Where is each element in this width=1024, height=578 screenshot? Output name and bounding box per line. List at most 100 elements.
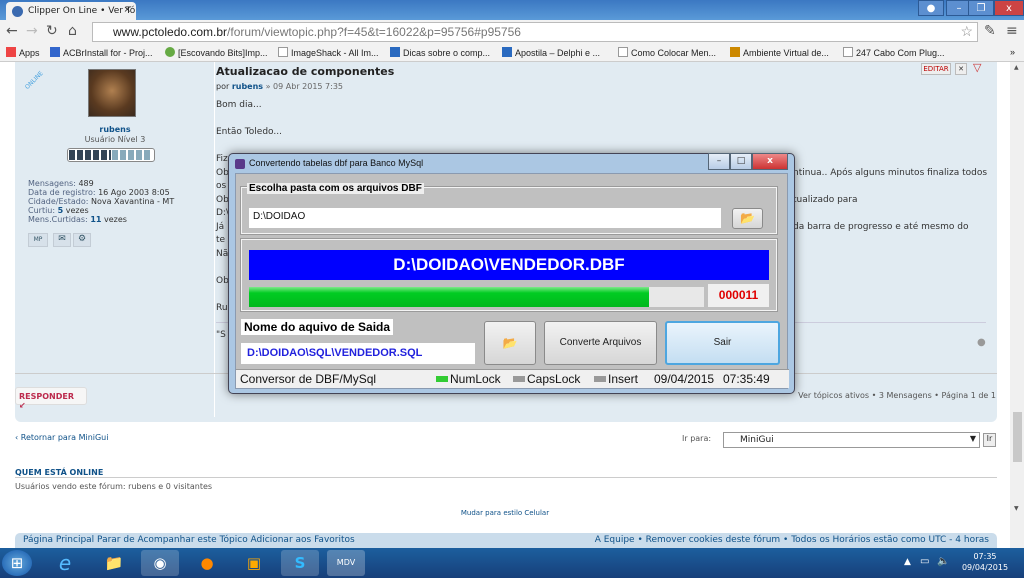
extension-icon[interactable]: ✎ — [984, 23, 996, 39]
folder-group-label: Escolha pasta com os arquivos DBF — [247, 183, 424, 194]
user-icon[interactable]: ● — [918, 0, 944, 16]
bookmark-apps[interactable]: Apps — [6, 47, 40, 58]
stat-messages: Mensagens: 489 — [28, 179, 94, 188]
post-line: Então Toledo... — [216, 127, 282, 137]
site-favicon-icon — [12, 6, 23, 17]
progress-bar — [249, 287, 704, 307]
taskbar: ⊞ e 📁 ◉ ● ▣ S MDV ▲ ▭ 🔈 07:35 09/04/2015 — [0, 548, 1024, 578]
record-counter: 000011 — [708, 284, 769, 307]
address-bar[interactable]: www.pctoledo.com.br/forum/viewtopic.php?… — [92, 22, 978, 42]
system-clock[interactable]: 07:35 09/04/2015 — [955, 551, 1015, 573]
dialog-title: Convertendo tabelas dbf para Banco MySql — [249, 158, 424, 168]
skype-icon[interactable]: S — [281, 550, 319, 576]
network-icon[interactable]: ▭ — [920, 556, 929, 567]
bookmark[interactable]: [Escovando Bits]Imp... — [165, 47, 268, 58]
dialog-maximize-button[interactable]: □ — [730, 153, 752, 170]
url-host: www.pctoledo.com.br — [113, 25, 228, 39]
bookmarks-bar: Apps ACBrInstall for - Proj... [Escovand… — [0, 44, 1024, 62]
choose-output-button[interactable]: 📂 — [484, 321, 536, 365]
output-label: Nome do aquivo de Saida — [241, 319, 394, 335]
menu-icon[interactable]: ≡ — [1006, 23, 1018, 39]
online-badge: ONLINE — [23, 70, 45, 91]
stat-registered: Data de registro: 16 Ago 2003 8:05 — [28, 188, 170, 197]
divider — [15, 477, 997, 478]
back-to-top-icon[interactable]: ● — [977, 337, 986, 348]
folder-open-icon: 📂 — [740, 211, 755, 225]
page-scrollbar[interactable]: ▲ ▼ — [1010, 62, 1024, 548]
dialog-close-button[interactable]: x — [752, 153, 788, 170]
author-name[interactable]: rubens — [15, 125, 215, 134]
bookmark[interactable]: Como Colocar Men... — [618, 47, 716, 58]
goto-select[interactable]: MiniGui ▼ — [723, 432, 980, 448]
goto-label: Ir para: — [682, 434, 712, 443]
private-message-button[interactable]: MP — [28, 233, 48, 247]
stat-city: Cidade/Estado: Nova Xavantina - MT — [28, 197, 175, 206]
status-insert: Insert — [594, 372, 638, 386]
internet-explorer-icon[interactable]: e — [46, 550, 84, 576]
scrollbar-thumb[interactable] — [1013, 412, 1022, 462]
firefox-icon[interactable]: ● — [188, 550, 226, 576]
bookmark[interactable]: 247 Cabo Com Plug... — [843, 47, 945, 58]
website-icon[interactable]: ⚙ — [73, 233, 91, 247]
post-meta: por rubens » 09 Abr 2015 7:35 — [216, 82, 344, 91]
online-users: Usuários vendo este fórum: rubens e 0 vi… — [15, 482, 213, 491]
forward-icon[interactable]: → — [26, 23, 38, 39]
bookmark[interactable]: Apostila – Delphi e ... — [502, 47, 600, 58]
bookmark[interactable]: Dicas sobre o comp... — [390, 47, 490, 58]
reload-icon[interactable]: ↻ — [46, 23, 58, 39]
home-icon[interactable]: ⌂ — [68, 23, 77, 39]
mobile-style-link[interactable]: Mudar para estilo Celular — [0, 509, 1010, 517]
goto-button[interactable]: Ir — [983, 433, 996, 447]
report-icon[interactable]: ▽ — [973, 62, 981, 74]
url-path: /forum/viewtopic.php?f=45&t=16022&p=9575… — [227, 25, 521, 39]
output-file-input[interactable]: D:\DOIDAO\SQL\VENDEDOR.SQL — [241, 343, 475, 364]
app-icon — [235, 159, 245, 169]
rank-bar — [67, 148, 155, 162]
edit-button[interactable]: EDITAR — [921, 63, 951, 75]
numlock-led-icon — [436, 376, 448, 382]
convert-files-button[interactable]: Converte Arquivos — [544, 321, 657, 365]
browse-folder-button[interactable]: 📂 — [732, 208, 763, 229]
dropdown-arrow-icon: ▼ — [969, 434, 976, 443]
reply-button[interactable]: RESPONDER ↙ — [15, 387, 87, 410]
email-icon[interactable]: ✉ — [53, 233, 71, 247]
return-link[interactable]: ‹ Retornar para MiniGui — [15, 433, 108, 442]
dialog-body: Escolha pasta com os arquivos DBF D:\DOI… — [235, 173, 789, 389]
capslock-led-icon — [513, 376, 525, 382]
bookmark-star-icon[interactable]: ☆ — [960, 23, 973, 40]
close-window-button[interactable]: x — [994, 0, 1024, 16]
progress-fill — [249, 287, 650, 307]
folder-path-input[interactable]: D:\DOIDAO — [249, 208, 721, 228]
dialog-minimize-button[interactable]: – — [708, 153, 730, 170]
tray-arrow-icon[interactable]: ▲ — [904, 557, 911, 567]
start-button[interactable]: ⊞ — [2, 550, 32, 576]
avatar — [88, 69, 136, 117]
footer-right-links[interactable]: A Equipe • Remover cookies deste fórum •… — [595, 535, 989, 546]
more-bookmarks[interactable]: » — [1010, 47, 1015, 57]
status-bar: Conversor de DBF/MySql NumLock CapsLock … — [236, 369, 789, 388]
chrome-icon[interactable]: ◉ — [141, 550, 179, 576]
back-icon[interactable]: ← — [6, 23, 18, 39]
close-tab-icon[interactable]: × — [123, 5, 131, 15]
delete-icon[interactable]: ✕ — [955, 63, 967, 75]
status-app-name: Conversor de DBF/MySql — [240, 372, 377, 386]
bookmark[interactable]: ACBrInstall for - Proj... — [50, 47, 153, 58]
status-capslock: CapsLock — [513, 372, 580, 386]
stat-liked: Curtiu: 5 vezes — [28, 206, 89, 215]
folder-open-icon: 📂 — [502, 336, 518, 350]
browser-tab[interactable]: Clipper On Line • Ver Tópi × — [6, 2, 136, 20]
bookmark[interactable]: ImageShack - All Im... — [278, 47, 379, 58]
post-title[interactable]: Atualizacao de componentes — [216, 65, 394, 78]
file-explorer-icon[interactable]: 📁 — [95, 550, 133, 576]
current-file-banner: D:\DOIDAO\VENDEDOR.DBF — [249, 250, 769, 280]
post-line: Bom dia... — [216, 100, 262, 110]
mdv-app-icon[interactable]: MDV — [327, 550, 365, 576]
maximize-window-button[interactable]: ❐ — [968, 0, 994, 16]
browser-toolbar: ← → ↻ ⌂ www.pctoledo.com.br/forum/viewto… — [0, 20, 1024, 44]
footer-links[interactable]: Página Principal Parar de Acompanhar est… — [23, 535, 355, 545]
volume-icon[interactable]: 🔈 — [937, 556, 949, 567]
pagination[interactable]: Ver tópicos ativos • 3 Mensagens • Págin… — [798, 391, 996, 400]
outlook-icon[interactable]: ▣ — [235, 550, 273, 576]
exit-button[interactable]: Sair — [665, 321, 780, 365]
bookmark[interactable]: Ambiente Virtual de... — [730, 47, 829, 58]
